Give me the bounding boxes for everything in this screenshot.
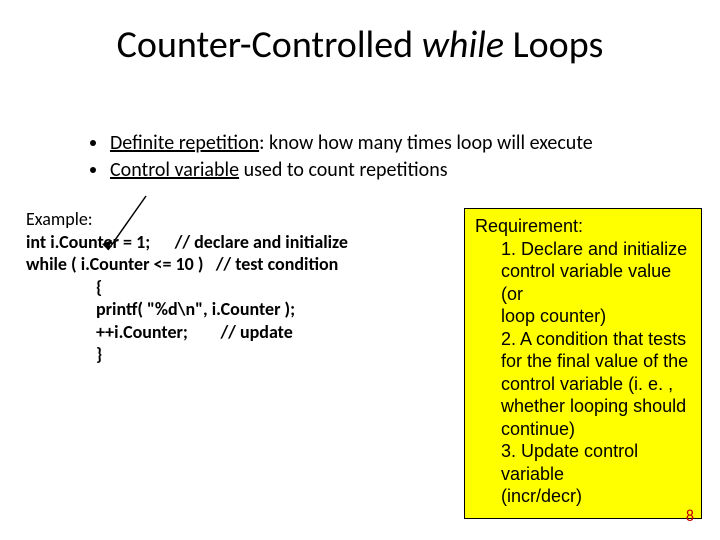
req-2d: whether looping should [475, 395, 691, 418]
code-line-3: { [26, 276, 446, 299]
req-2c: control variable (i. e. , [475, 373, 691, 396]
req-3b: (incr/decr) [475, 485, 691, 508]
code-line-6: } [26, 343, 446, 366]
bullet-dot-icon [90, 140, 96, 146]
example-block: Example: int i.Counter = 1; // declare a… [26, 208, 446, 366]
example-heading: Example: [26, 208, 446, 231]
code-comment-2: // test condition [216, 253, 339, 275]
bullet-dot-icon [90, 167, 96, 173]
bullet-1-term: Definite repetition [110, 131, 259, 155]
req-1b: control variable value (or [475, 260, 691, 305]
bullet-1-rest: : know how many times loop will execute [259, 131, 593, 155]
title-italic: while [422, 22, 504, 68]
code-line-2: while ( i.Counter <= 10 ) // test condit… [26, 253, 446, 276]
slide: Counter-Controlled while Loops Definite … [0, 0, 720, 540]
code-while: while ( i.Counter <= 10 ) [26, 253, 203, 275]
req-1c: loop counter) [475, 305, 691, 328]
page-number: 8 [686, 507, 694, 526]
bullet-2-term: Control variable [110, 158, 239, 182]
code-incr: ++i.Counter; [96, 321, 188, 343]
req-2e: continue) [475, 418, 691, 441]
title-pre: Counter-Controlled [117, 22, 422, 68]
req-1a: 1. Declare and initialize [475, 238, 691, 261]
requirement-heading: Requirement: [475, 215, 691, 238]
code-line-5: ++i.Counter; // update [26, 321, 446, 344]
requirement-box: Requirement: 1. Declare and initialize c… [464, 208, 702, 519]
code-line-1: int i.Counter = 1; // declare and initia… [26, 231, 446, 254]
bullet-2-text: Control variable used to count repetitio… [110, 157, 448, 184]
code-line-4: printf( "%d\n", i.Counter ); [26, 298, 446, 321]
bullet-list: Definite repetition: know how many times… [90, 130, 720, 184]
bullet-1-text: Definite repetition: know how many times… [110, 130, 593, 157]
bullet-1: Definite repetition: know how many times… [90, 130, 720, 157]
req-2a: 2. A condition that tests [475, 328, 691, 351]
req-3a: 3. Update control variable [475, 440, 691, 485]
code-comment-1: // declare and initialize [175, 231, 348, 253]
title-post: Loops [504, 22, 603, 68]
req-2b: for the final value of the [475, 350, 691, 373]
bullet-2: Control variable used to count repetitio… [90, 157, 720, 184]
content-row: Example: int i.Counter = 1; // declare a… [0, 208, 720, 519]
code-comment-3: // update [220, 321, 292, 343]
code-decl: int i.Counter = 1; [26, 231, 150, 253]
slide-title: Counter-Controlled while Loops [0, 0, 720, 68]
bullet-2-rest: used to count repetitions [239, 158, 447, 182]
